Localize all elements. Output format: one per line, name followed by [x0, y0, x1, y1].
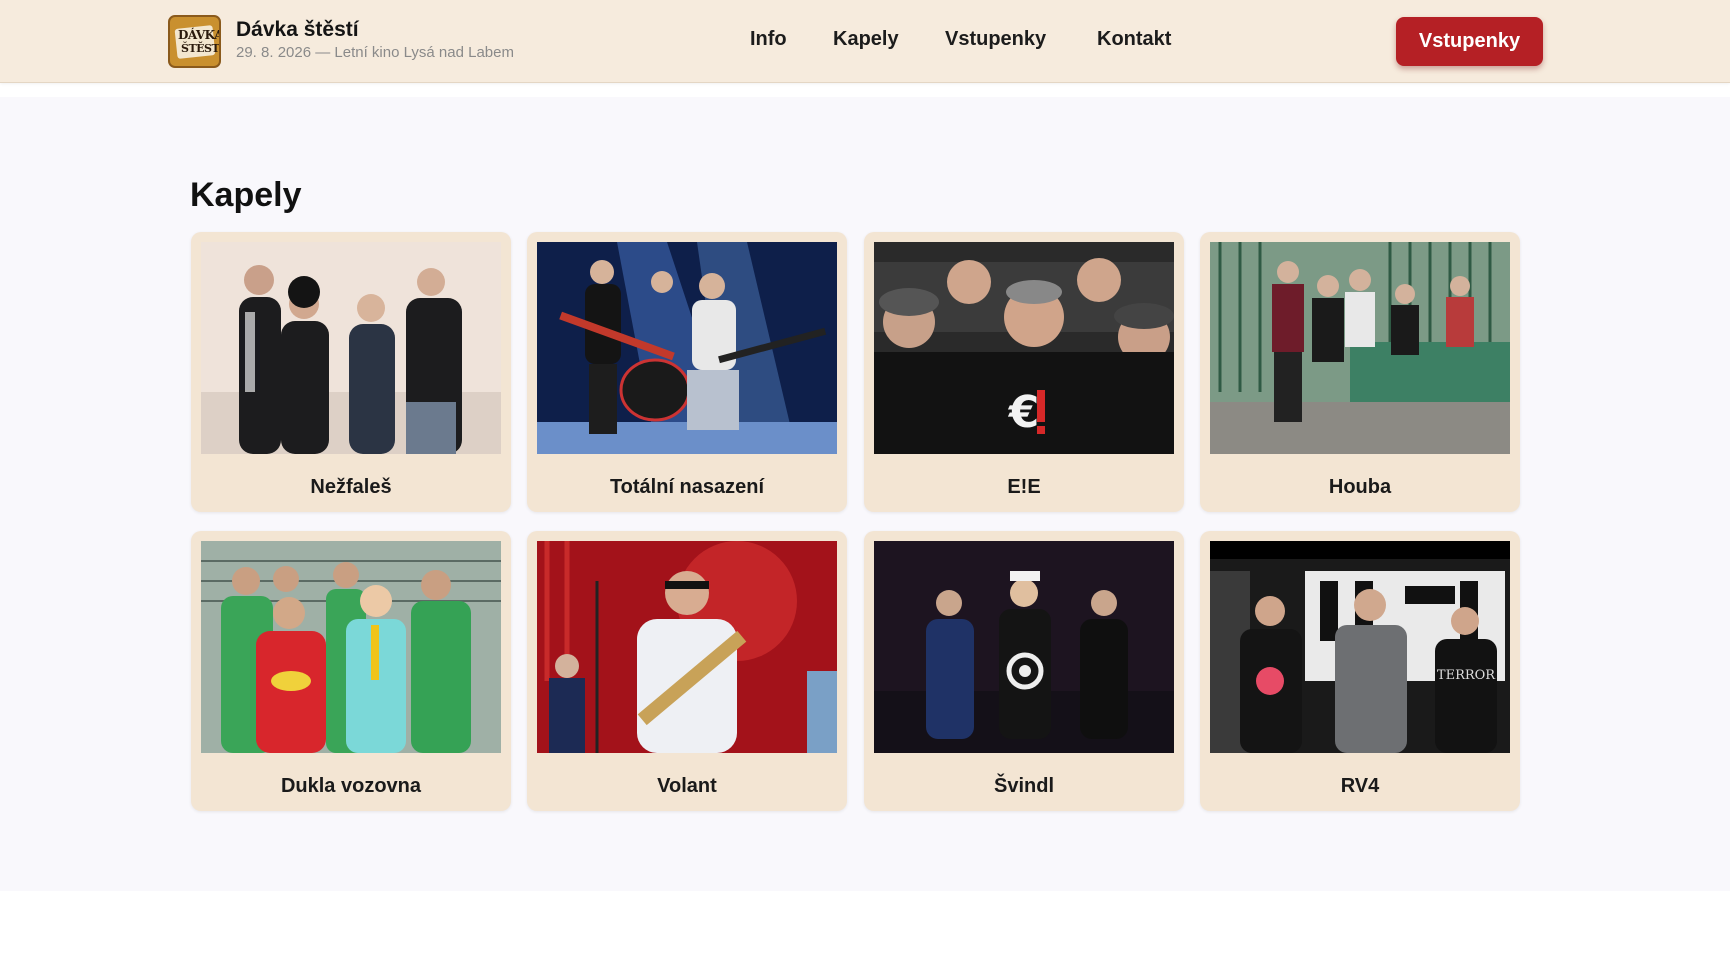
nav-vstupenky[interactable]: Vstupenky	[945, 28, 1046, 51]
band-name: Houba	[1328, 476, 1392, 498]
band-photo[interactable]: TERROR	[1210, 541, 1510, 753]
band-card-svindl[interactable]: Švindl	[864, 531, 1184, 811]
logo-text-bottom: ŠTĚSTÍ	[181, 42, 221, 55]
band-name: Dukla vozovna	[280, 775, 422, 797]
site-header: DÁVKA ŠTĚSTÍ Dávka štěstí 29. 8. 2026 — …	[0, 0, 1730, 83]
band-name: Nežfaleš	[310, 476, 392, 498]
band-photo[interactable]: €	[874, 242, 1174, 454]
band-name: E!E	[1007, 476, 1041, 498]
logo-text-top: DÁVKA	[178, 28, 221, 42]
event-date-venue: 29. 8. 2026 — Letní kino Lysá nad Labem	[236, 44, 514, 61]
band-photo[interactable]	[1210, 242, 1510, 454]
site-title[interactable]: Dávka štěstí	[236, 18, 359, 42]
band-name: Švindl	[993, 775, 1054, 797]
section-title: Kapely	[190, 176, 302, 214]
nav-kontakt[interactable]: Kontakt	[1097, 28, 1171, 51]
band-card-nezfales[interactable]: Nežfaleš	[191, 232, 511, 512]
band-photo[interactable]	[201, 242, 501, 454]
band-photo[interactable]	[201, 541, 501, 753]
band-name: Totální nasazení	[609, 476, 765, 498]
svg-text:TERROR: TERROR	[1437, 668, 1496, 683]
nav-kapely[interactable]: Kapely	[833, 28, 899, 51]
band-photo[interactable]	[537, 242, 837, 454]
svg-text:€: €	[1008, 387, 1040, 438]
band-card-ee[interactable]: € E!E	[864, 232, 1184, 512]
tickets-button[interactable]: Vstupenky	[1396, 17, 1543, 66]
band-photo[interactable]	[874, 541, 1174, 753]
festival-logo[interactable]: DÁVKA ŠTĚSTÍ	[168, 15, 221, 68]
band-card-houba[interactable]: Houba	[1200, 232, 1520, 512]
nav-info[interactable]: Info	[750, 28, 787, 51]
band-photo[interactable]	[537, 541, 837, 753]
band-card-totalni-nasazeni[interactable]: Totální nasazení	[527, 232, 847, 512]
band-card-rv4[interactable]: TERROR RV4	[1200, 531, 1520, 811]
band-name: Volant	[657, 775, 717, 797]
band-card-dukla-vozovna[interactable]: Dukla vozovna	[191, 531, 511, 811]
band-name: RV4	[1340, 775, 1380, 797]
band-card-volant[interactable]: Volant	[527, 531, 847, 811]
